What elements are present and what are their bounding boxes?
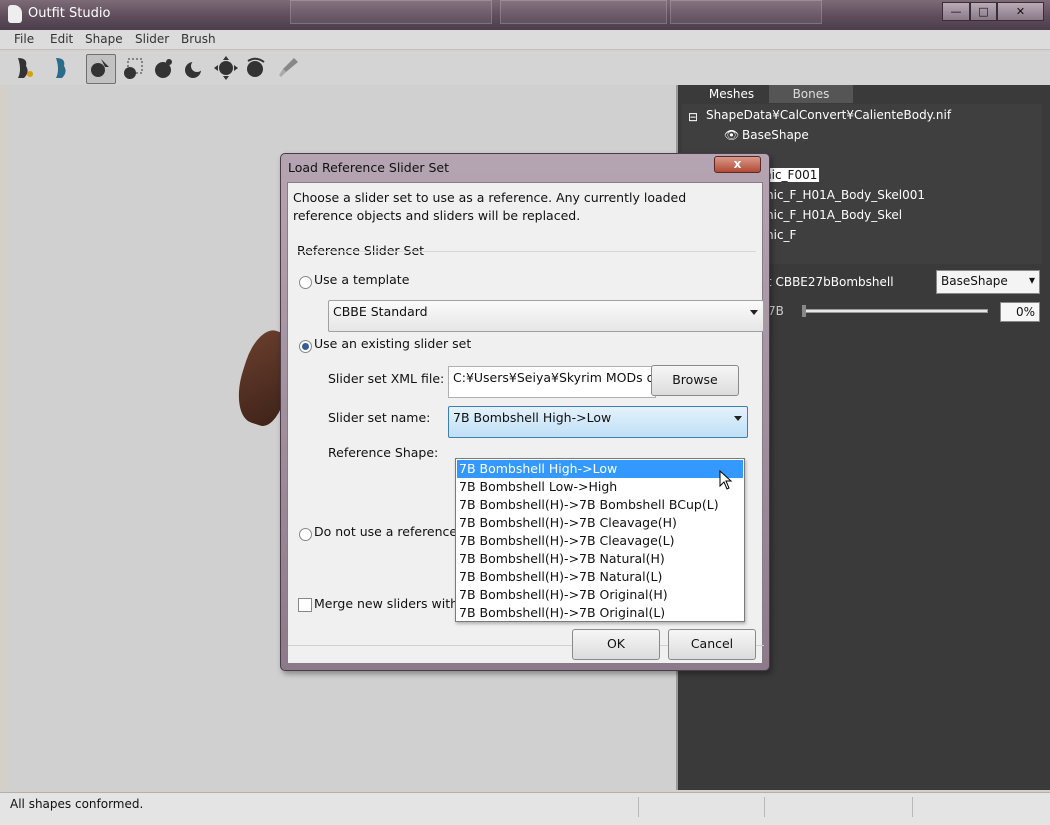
close-icon: ✕ (1015, 5, 1026, 18)
status-text: All shapes conformed. (10, 797, 144, 811)
menu-edit[interactable]: Edit (50, 32, 73, 46)
app-icon (8, 5, 22, 23)
merge-checkbox[interactable] (298, 598, 312, 612)
window-title: Outfit Studio (28, 6, 111, 21)
outfit-tool-button[interactable] (10, 54, 38, 82)
collapse-icon[interactable]: ⊟ (688, 110, 698, 124)
slider-value-field[interactable]: 0% (1000, 302, 1040, 322)
dropdown-option[interactable]: 7B Bombshell(H)->7B Original(L) (457, 604, 743, 622)
outfit-icon (18, 58, 33, 78)
template-select-value: CBBE Standard (333, 304, 428, 319)
dialog-close-button[interactable]: x (714, 156, 761, 173)
toolbar (0, 51, 1050, 85)
shape-select-value: BaseShape (941, 274, 1008, 288)
dropdown-option[interactable]: 7B Bombshell(H)->7B Cleavage(H) (457, 514, 743, 532)
status-bar: All shapes conformed. (0, 792, 1050, 825)
status-separator (912, 797, 913, 817)
dropdown-option[interactable]: 7B Bombshell High->Low (457, 460, 743, 478)
smooth-brush-icon (247, 57, 265, 77)
move-brush-icon (214, 56, 238, 80)
ok-button[interactable]: OK (572, 629, 660, 660)
dropdown-option[interactable]: 7B Bombshell(H)->7B Natural(L) (457, 568, 743, 586)
select-brush-icon (91, 59, 109, 77)
intro-text: Choose a slider set to use as a referenc… (293, 190, 687, 205)
mask-brush-button[interactable] (120, 54, 148, 82)
minimize-icon: — (950, 5, 962, 18)
tab-bones[interactable]: Bones (769, 85, 853, 103)
mask-brush-icon (124, 58, 143, 79)
template-select[interactable]: CBBE Standard (328, 300, 764, 332)
shape-select[interactable]: BaseShape ▾ (936, 270, 1040, 294)
tree-item[interactable]: nic_F (766, 228, 796, 242)
xml-file-label: Slider set XML file: (328, 371, 445, 386)
menu-file[interactable]: File (14, 32, 34, 46)
tree-item[interactable]: nic_F001 (762, 168, 820, 182)
paint-brush-icon (279, 58, 298, 77)
dropdown-option[interactable]: 7B Bombshell(H)->7B Original(H) (457, 586, 743, 604)
dialog-title: Load Reference Slider Set (288, 160, 450, 175)
radio-use-template[interactable] (299, 276, 312, 289)
slider-thumb[interactable] (802, 305, 806, 317)
conversion-label: rt CBBE27bBombshell (762, 275, 894, 289)
option-existing-label[interactable]: Use an existing slider set (314, 336, 471, 351)
status-separator (638, 797, 639, 817)
chevron-down-icon: ▾ (1028, 273, 1035, 287)
paint-brush-button[interactable] (274, 54, 302, 82)
reference-shape-label: Reference Shape: (328, 445, 439, 460)
option-none-label[interactable]: Do not use a reference (314, 524, 457, 539)
menu-shape[interactable]: Shape (85, 32, 123, 46)
window-title-bar[interactable]: Outfit Studio — □ ✕ (0, 0, 1050, 30)
load-reference-dialog: Load Reference Slider Set x Choose a sli… (280, 153, 770, 671)
dialog-body: Choose a slider set to use as a referenc… (287, 182, 764, 664)
slider-label: 7B (768, 304, 784, 318)
reference-icon (56, 58, 66, 78)
status-separator (764, 797, 765, 817)
group-divider (298, 251, 756, 252)
select-brush-button[interactable] (86, 54, 116, 84)
deflate-brush-button[interactable] (180, 54, 208, 82)
minimize-button[interactable]: — (942, 2, 970, 21)
intro-text: reference objects and sliders will be re… (293, 208, 581, 223)
chevron-down-icon (750, 310, 758, 315)
move-brush-button[interactable] (212, 54, 240, 82)
smooth-brush-button[interactable] (242, 54, 270, 82)
tree-root[interactable]: ShapeData¥CalConvert¥CalienteBody.nif (706, 108, 951, 122)
inflate-brush-icon (155, 59, 172, 78)
dropdown-option[interactable]: 7B Bombshell Low->High (457, 478, 743, 496)
reference-tool-button[interactable] (48, 54, 76, 82)
radio-use-existing[interactable] (299, 340, 312, 353)
xml-file-input[interactable]: C:¥Users¥Seiya¥Skyrim MODs d (448, 366, 656, 398)
browse-button[interactable]: Browse (651, 365, 739, 396)
eye-icon[interactable]: 👁 (724, 128, 739, 142)
menu-slider[interactable]: Slider (135, 32, 169, 46)
cancel-button[interactable]: Cancel (668, 629, 756, 660)
tab-meshes[interactable]: Meshes (694, 85, 769, 103)
menu-brush[interactable]: Brush (181, 32, 216, 46)
menu-bar: File Edit Shape Slider Brush (0, 30, 1050, 50)
slider-set-name-value: 7B Bombshell High->Low (453, 410, 612, 425)
radio-no-reference[interactable] (299, 528, 312, 541)
tree-base-shape[interactable]: BaseShape (742, 128, 809, 142)
dropdown-option[interactable]: 7B Bombshell(H)->7B Bombshell BCup(L) (457, 496, 743, 514)
chevron-down-icon (734, 416, 742, 421)
tree-item[interactable]: nic_F_H01A_Body_Skel (766, 208, 902, 222)
dropdown-option[interactable]: 7B Bombshell(H)->7B Natural(H) (457, 550, 743, 568)
inflate-brush-button[interactable] (150, 54, 178, 82)
maximize-button[interactable]: □ (970, 2, 997, 21)
slider-track[interactable] (802, 309, 988, 313)
slider-set-dropdown-list[interactable]: 7B Bombshell High->Low 7B Bombshell Low-… (455, 458, 745, 622)
maximize-icon: □ (978, 5, 989, 18)
mouse-cursor-icon (719, 470, 733, 490)
close-icon: x (733, 157, 742, 171)
tree-item[interactable]: nic_F_H01A_Body_Skel001 (766, 188, 925, 202)
dropdown-option[interactable]: 7B Bombshell(H)->7B Cleavage(L) (457, 532, 743, 550)
option-template-label[interactable]: Use a template (314, 272, 409, 287)
slider-set-name-select[interactable]: 7B Bombshell High->Low (448, 406, 748, 438)
deflate-brush-icon (185, 60, 203, 78)
close-window-button[interactable]: ✕ (997, 2, 1044, 21)
slider-set-name-label: Slider set name: (328, 410, 431, 425)
